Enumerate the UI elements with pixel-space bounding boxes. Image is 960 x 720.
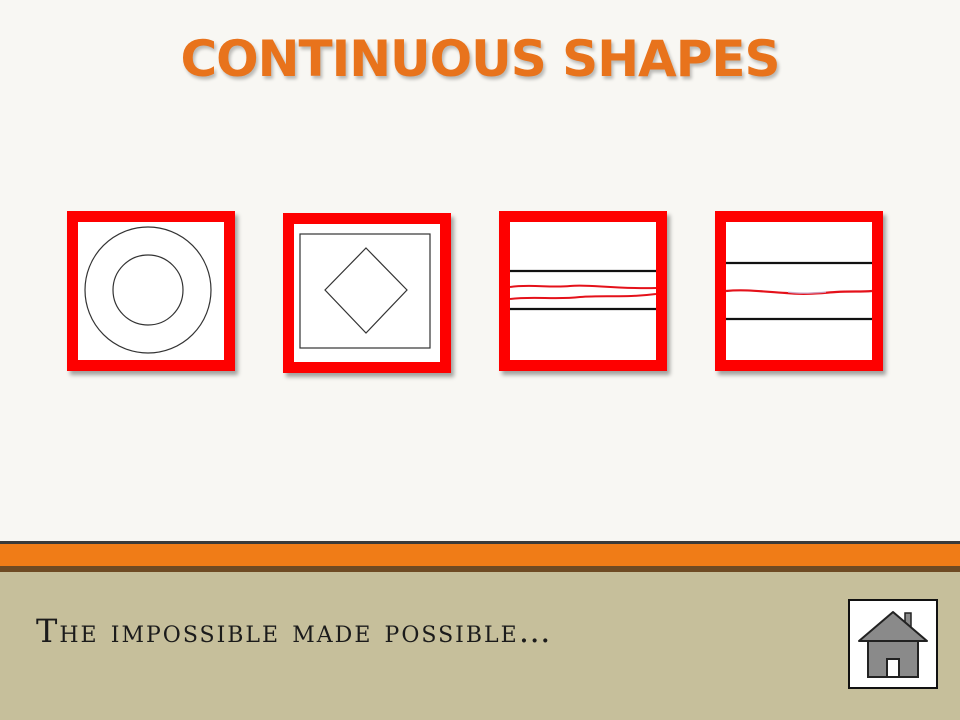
- slide: CONTINUOUS SHAPES The impossible made po…: [0, 0, 960, 720]
- footer-tagline: The impossible made possible…: [36, 612, 553, 650]
- concentric-circles-shape: [84, 226, 212, 354]
- footer-accent-band: [0, 544, 960, 566]
- home-icon: [858, 611, 928, 678]
- tile-concentric-circles: [67, 211, 235, 371]
- page-title: CONTINUOUS SHAPES: [180, 30, 780, 88]
- home-button[interactable]: [848, 599, 938, 689]
- single-wavy-line-between-bars-shape: [726, 261, 872, 321]
- diamond-in-square-shape: [299, 233, 431, 349]
- wavy-lines-between-bars-shape: [510, 269, 656, 311]
- tile-single-wavy-line: [715, 211, 883, 371]
- tile-wavy-lines: [499, 211, 667, 371]
- tile-diamond-in-square: [283, 213, 451, 373]
